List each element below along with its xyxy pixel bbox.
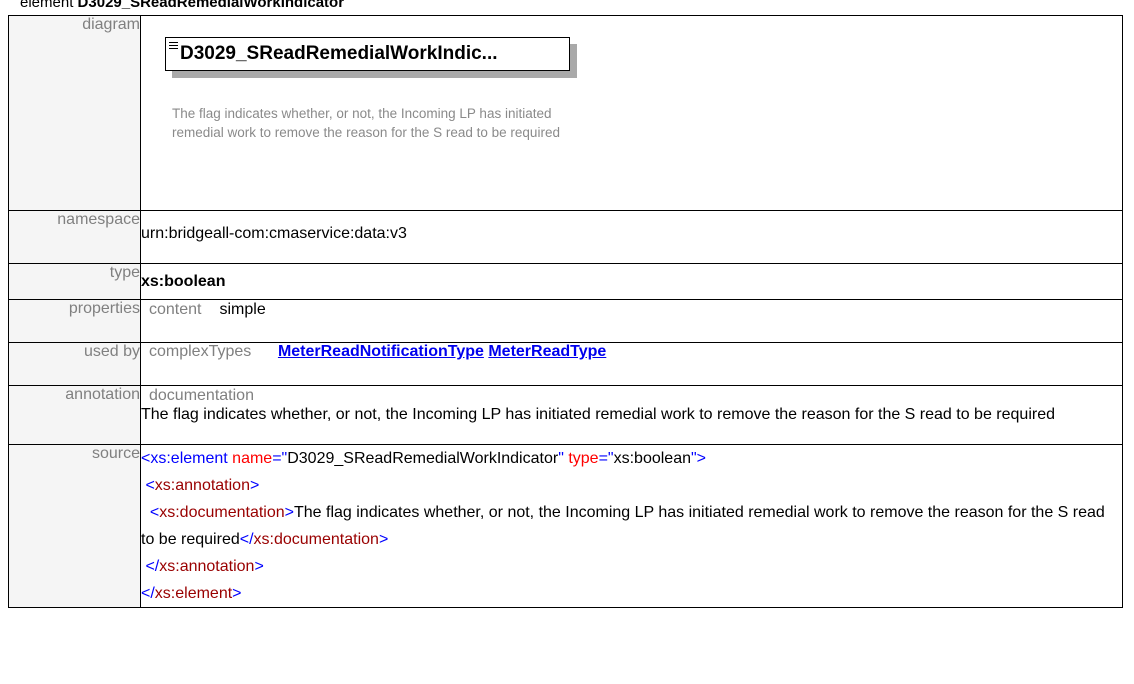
namespace-value: urn:bridgeall-com:cmaservice:data:v3 [141, 225, 407, 242]
used-by-cell: complexTypes MeterReadNotificationType M… [140, 342, 1123, 386]
source-line-documentation: <xs:documentation>The flag indicates whe… [141, 504, 1105, 548]
element-diagram-box: D3029_SReadRemedialWorkIndic... [165, 37, 570, 71]
annotation-cell: documentation The flag indicates whether… [140, 385, 1123, 445]
source-line-annotation-close: </xs:annotation> [145, 558, 264, 575]
label-namespace: namespace [8, 210, 141, 264]
diagram-cell: D3029_SReadRemedialWorkIndic... The flag… [140, 15, 1123, 211]
namespace-cell: urn:bridgeall-com:cmaservice:data:v3 [140, 210, 1123, 264]
source-line-element-open: <xs:element name="D3029_SReadRemedialWor… [141, 450, 707, 467]
label-used-by: used by [8, 342, 141, 386]
diagram-description: The flag indicates whether, or not, the … [172, 106, 560, 140]
type-cell: xs:boolean [140, 263, 1123, 300]
source-line-annotation-open: <xs:annotation> [145, 477, 260, 494]
source-code: <xs:element name="D3029_SReadRemedialWor… [140, 444, 1123, 608]
properties-cell: content simple [140, 299, 1123, 343]
type-value: xs:boolean [141, 273, 226, 290]
link-meterreadtype[interactable]: MeterReadType [488, 343, 606, 360]
label-annotation: annotation [8, 385, 141, 445]
link-meterreadnotificationtype[interactable]: MeterReadNotificationType [278, 343, 484, 360]
source-line-element-close: </xs:element> [141, 585, 242, 602]
heading-element-name: D3029_SReadRemedialWorkIndicator [77, 0, 345, 11]
diagram-element-name: D3029_SReadRemedialWorkIndic... [180, 43, 498, 64]
page-heading: element D3029_SReadRemedialWorkIndicator [20, 0, 344, 12]
annotation-key: documentation [149, 387, 254, 404]
label-properties: properties [8, 299, 141, 343]
property-value: simple [219, 301, 266, 318]
heading-prefix: element [20, 0, 78, 11]
label-type: type [8, 263, 141, 300]
element-icon [169, 42, 178, 50]
label-diagram: diagram [8, 15, 141, 211]
property-key: content [149, 301, 202, 318]
used-by-key: complexTypes [149, 343, 252, 360]
label-source: source [8, 444, 141, 608]
annotation-text: The flag indicates whether, or not, the … [141, 406, 1055, 423]
element-doc-table: diagram D3029_SReadRemedialWorkIndic... … [8, 15, 1123, 608]
